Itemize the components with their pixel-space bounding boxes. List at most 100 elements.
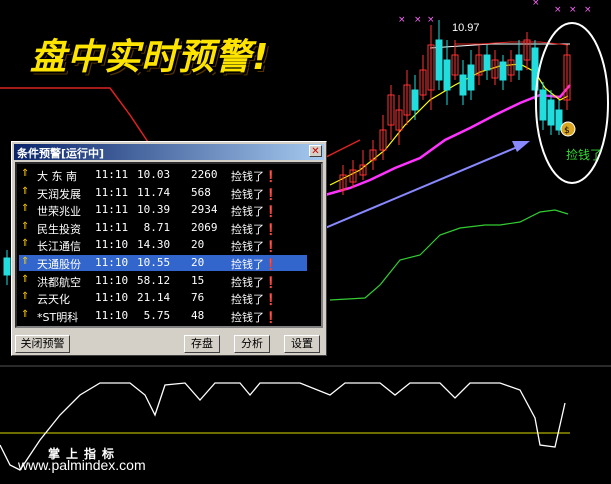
alert-list[interactable]: ⇑ 大 东 南 11:11 10.03 2260 捡钱了❗ ⇑ 天润发展 11:11 11.74 5…	[15, 162, 323, 328]
alert-volume: 76	[191, 291, 205, 305]
candle-body	[539, 89, 547, 121]
alert-message: 捡钱了❗	[231, 293, 278, 307]
candle-body	[435, 39, 443, 81]
save-button[interactable]: 存盘	[184, 335, 220, 353]
alert-row[interactable]: ⇑ 长江通信 11:10 14.30 20 捡钱了❗	[19, 237, 307, 253]
alert-time: 11:10	[95, 291, 129, 305]
alert-row[interactable]: ⇑ *ST明科 11:10 5.75 48 捡钱了❗	[19, 308, 307, 324]
dialog-title: 条件预警[运行中]	[17, 147, 105, 160]
site-url: www.palmindex.com	[18, 457, 146, 473]
up-arrow-icon: ⇑	[21, 291, 30, 303]
alert-time: 11:11	[95, 168, 129, 181]
alert-message: 捡钱了❗	[231, 170, 278, 183]
alert-volume: 20	[191, 238, 205, 252]
up-arrow-icon: ⇑	[21, 185, 30, 197]
alert-row[interactable]: ⇑ 天通股份 11:10 10.55 20 捡钱了❗	[19, 255, 307, 271]
alert-volume: 20	[191, 256, 205, 269]
alert-row[interactable]: ⇑ 世荣兆业 11:11 10.39 2934 捡钱了❗	[19, 202, 307, 218]
alert-time: 11:10	[95, 238, 129, 252]
stock-name: 云天化	[37, 293, 70, 307]
candle-body	[3, 257, 11, 276]
alert-price: 8.71	[137, 220, 171, 234]
alert-volume: 15	[191, 273, 205, 287]
alert-price: 58.12	[137, 273, 171, 287]
candle-body	[547, 99, 555, 126]
alert-message: 捡钱了❗	[231, 205, 278, 219]
up-arrow-icon: ⇑	[21, 220, 30, 232]
svg-text:×: ×	[414, 15, 422, 25]
alert-row[interactable]: ⇑ 民生投资 11:11 8.71 2069 捡钱了❗	[19, 220, 307, 236]
close-alert-button[interactable]: 关闭预警	[15, 335, 70, 353]
ma-white-line	[429, 43, 570, 49]
svg-text:$: $	[564, 126, 570, 136]
alert-price: 10.39	[137, 203, 171, 217]
alert-message: 捡钱了❗	[231, 275, 278, 289]
candle-body	[411, 89, 419, 111]
alert-time: 11:11	[95, 220, 129, 234]
alert-time: 11:11	[95, 203, 129, 217]
svg-text:×: ×	[569, 5, 577, 15]
alert-time: 11:10	[95, 273, 129, 287]
stock-name: 天润发展	[37, 187, 81, 201]
svg-text:×: ×	[532, 0, 540, 8]
up-arrow-icon: ⇑	[21, 203, 30, 215]
money-bag-icon: $	[560, 121, 576, 137]
alert-message: 捡钱了❗	[231, 258, 278, 271]
svg-text:×: ×	[427, 15, 435, 25]
stock-name: 洪都航空	[37, 275, 81, 289]
dialog-titlebar[interactable]: 条件预警[运行中] ✕	[14, 144, 324, 160]
stock-chart-screen: × × × × × × × $ 盘中实时预警! 10.97 捡钱了 掌上指标 www.p…	[0, 0, 611, 484]
signal-label: 捡钱了	[566, 148, 603, 162]
stock-name: 大 东 南	[37, 170, 77, 183]
signal-markers: × × × × × × ×	[398, 0, 592, 25]
svg-text:×: ×	[398, 15, 406, 25]
alert-time: 11:10	[95, 308, 129, 322]
up-arrow-icon: ⇑	[21, 238, 30, 250]
alert-row[interactable]: ⇑ 洪都航空 11:10 58.12 15 捡钱了❗	[19, 273, 307, 289]
alert-price: 21.14	[137, 291, 171, 305]
up-arrow-icon: ⇑	[21, 168, 30, 179]
alert-time: 11:10	[95, 256, 129, 269]
alert-message: 捡钱了❗	[231, 310, 278, 324]
candle-body	[515, 54, 523, 71]
candle-body	[467, 64, 475, 91]
alert-volume: 2069	[191, 220, 218, 234]
alert-volume: 2934	[191, 203, 218, 217]
alert-time: 11:11	[95, 185, 129, 199]
price-high-label: 10.97	[452, 22, 480, 34]
svg-text:×: ×	[584, 5, 592, 15]
alert-volume: 568	[191, 185, 211, 199]
lower-band-line	[329, 209, 569, 301]
alert-message: 捡钱了❗	[231, 222, 278, 236]
alert-price: 10.55	[137, 256, 171, 269]
candle-body	[499, 61, 507, 81]
alert-price: 10.03	[137, 168, 171, 181]
alert-price: 11.74	[137, 185, 171, 199]
alert-message: 捡钱了❗	[231, 240, 278, 254]
analyze-button[interactable]: 分析	[234, 335, 270, 353]
alert-row[interactable]: ⇑ 天润发展 11:11 11.74 568 捡钱了❗	[19, 185, 307, 201]
pointer-arrow-head	[512, 141, 530, 152]
up-arrow-icon: ⇑	[21, 308, 30, 320]
stock-name: *ST明科	[37, 310, 79, 324]
alert-volume: 48	[191, 308, 205, 322]
settings-button[interactable]: 设置	[284, 335, 320, 353]
alert-row[interactable]: ⇑ 云天化 11:10 21.14 76 捡钱了❗	[19, 290, 307, 306]
stock-name: 世荣兆业	[37, 205, 81, 219]
stock-name: 天通股份	[37, 258, 81, 271]
up-arrow-icon: ⇑	[21, 256, 30, 267]
alert-price: 14.30	[137, 238, 171, 252]
alert-message: 捡钱了❗	[231, 187, 278, 201]
alert-volume: 2260	[191, 168, 218, 181]
candle-body	[483, 54, 491, 71]
banner-title: 盘中实时预警!	[30, 37, 270, 78]
alert-dialog: 条件预警[运行中] ✕ ⇑ 大 东 南 11:11 10.03 2260 捡钱了❗ ⇑ 天润发…	[11, 141, 327, 356]
candle-body	[443, 59, 451, 91]
close-icon[interactable]: ✕	[309, 145, 322, 157]
up-arrow-icon: ⇑	[21, 273, 30, 285]
candle-body	[459, 74, 467, 96]
svg-text:×: ×	[554, 5, 562, 15]
stock-name: 长江通信	[37, 240, 81, 254]
alert-row[interactable]: ⇑ 大 东 南 11:11 10.03 2260 捡钱了❗	[19, 167, 307, 183]
alert-price: 5.75	[137, 308, 171, 322]
